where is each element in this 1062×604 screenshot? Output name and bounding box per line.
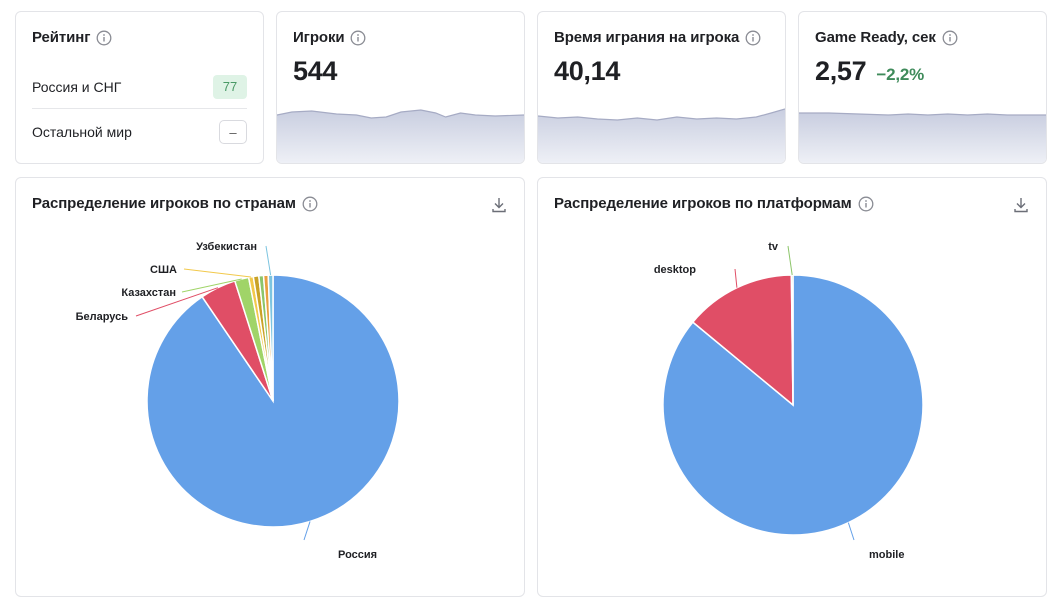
pie-label-connector — [787, 245, 793, 276]
pie-label: mobile — [869, 549, 904, 561]
info-icon[interactable] — [350, 30, 366, 46]
players-title: Игроки — [293, 29, 345, 46]
game-ready-title-wrap: Game Ready, сек — [815, 29, 958, 46]
players-sparkline — [277, 109, 524, 163]
rating-badge: – — [219, 120, 247, 144]
pie-label: Россия — [338, 549, 377, 561]
pie-label-connector — [847, 522, 855, 541]
platforms-pie-chart: mobile desktop tv — [654, 241, 924, 561]
countries-chart-card: Распределение игроков по странам Россия Б… — [15, 177, 525, 597]
playtime-title-wrap: Время играния на игрока — [554, 29, 761, 46]
game-ready-title: Game Ready, сек — [815, 29, 936, 46]
rating-row-world: Остальной мир – — [32, 110, 247, 154]
playtime-card: Время играния на игрока 40,14 — [537, 11, 786, 164]
playtime-value: 40,14 — [554, 56, 621, 86]
players-card: Игроки 544 — [276, 11, 525, 164]
game-ready-card: Game Ready, сек 2,57 −2,2% — [798, 11, 1047, 164]
rating-title: Рейтинг — [32, 29, 91, 46]
countries-pie-chart: Россия Беларусь Казахстан США Узбекистан — [76, 241, 400, 561]
pie-label: Казахстан — [121, 287, 176, 299]
rating-badge: 77 — [213, 74, 247, 99]
pie-label-connector — [734, 268, 738, 288]
game-ready-delta: −2,2% — [876, 65, 925, 84]
pie-label: desktop — [654, 264, 696, 276]
playtime-sparkline — [538, 108, 785, 163]
platforms-chart-card: Распределение игроков по платформам mobi… — [537, 177, 1047, 597]
info-icon[interactable] — [745, 30, 761, 46]
players-title-wrap: Игроки — [293, 29, 366, 46]
pie-label: Беларусь — [76, 311, 129, 323]
pie-label-connector — [303, 521, 311, 541]
rating-card: Рейтинг Россия и СНГ 77 Остальной мир – — [15, 11, 264, 164]
rating-row-label: Остальной мир — [32, 124, 132, 140]
info-icon[interactable] — [96, 30, 112, 46]
pie-label: tv — [768, 241, 779, 253]
game-ready-value: 2,57 — [815, 56, 867, 86]
players-value: 544 — [293, 56, 338, 86]
game-ready-sparkline — [799, 112, 1046, 163]
info-icon[interactable] — [942, 30, 958, 46]
pie-label-connector — [183, 268, 252, 278]
pie-label: США — [150, 264, 177, 276]
rating-row-label: Россия и СНГ — [32, 78, 122, 95]
game-ready-value-wrap: 2,57 −2,2% — [815, 56, 924, 87]
pie-label: Узбекистан — [196, 241, 257, 253]
rating-row-cis: Россия и СНГ 77 — [32, 65, 247, 109]
pie-label-connector — [265, 245, 272, 276]
rating-title-wrap: Рейтинг — [32, 29, 112, 46]
playtime-title: Время играния на игрока — [554, 29, 740, 46]
